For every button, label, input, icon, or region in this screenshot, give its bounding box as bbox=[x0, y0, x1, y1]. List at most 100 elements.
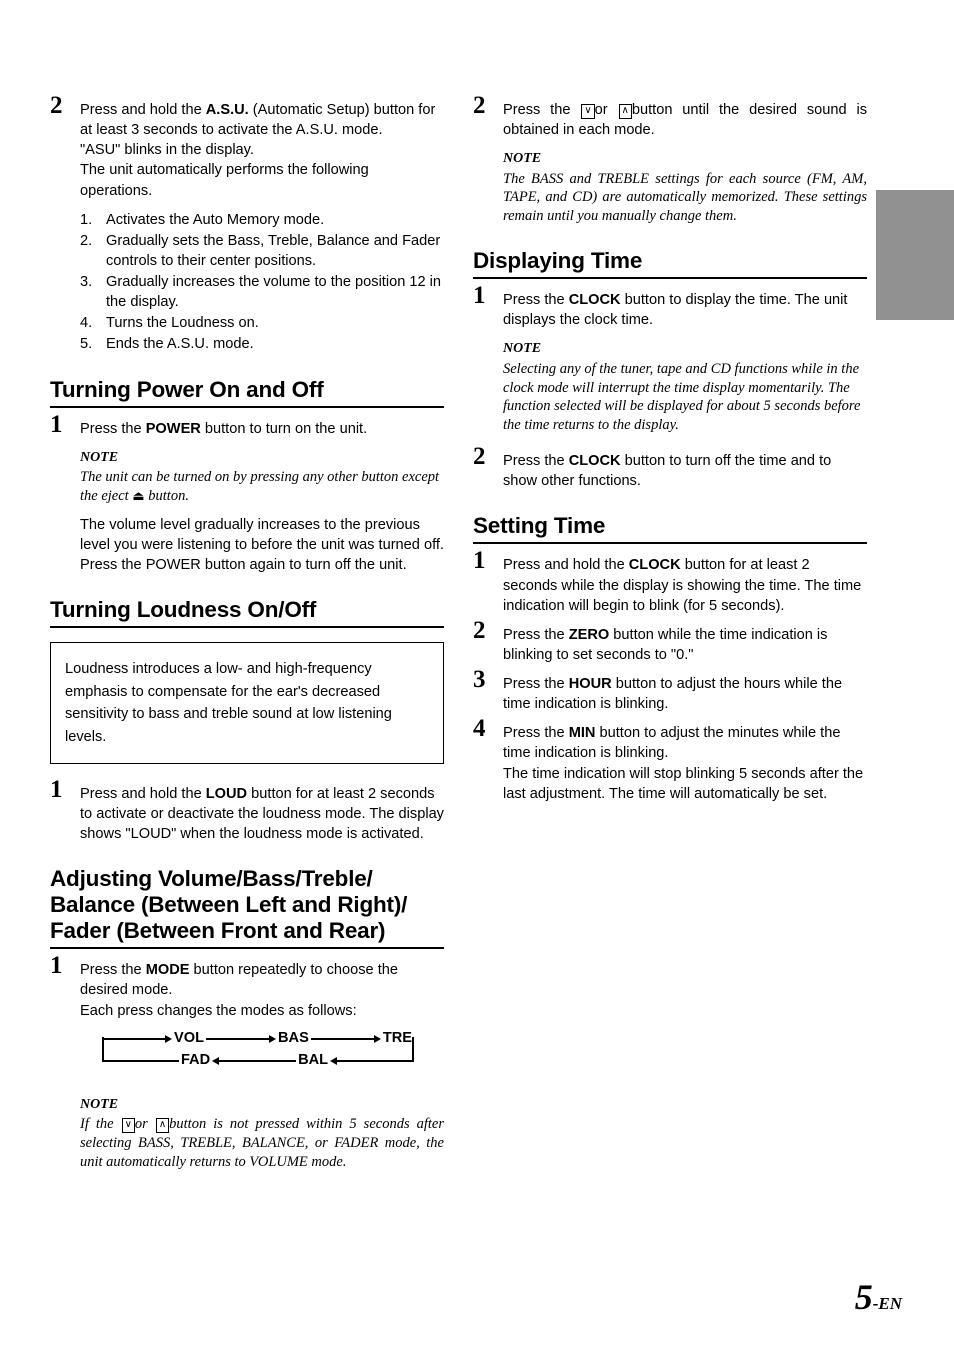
step-number: 1 bbox=[50, 410, 63, 438]
list-item: 4. Turns the Loudness on. bbox=[80, 313, 444, 333]
mode-label-tre: TRE bbox=[382, 1029, 412, 1046]
step-line: Press the ZERO button while the time ind… bbox=[503, 625, 867, 665]
step-text: Press the HOUR button to adjust the hour… bbox=[503, 674, 867, 714]
step-line: Press the MODE button repeatedly to choo… bbox=[80, 960, 444, 1000]
text-fragment: Press the bbox=[503, 102, 581, 118]
text-fragment: Press the bbox=[503, 453, 569, 470]
text-fragment: button. bbox=[144, 487, 189, 504]
note-body: The unit can be turned on by pressing an… bbox=[80, 468, 444, 506]
step-line: Press the ∨ or ∧ button until the desired … bbox=[503, 100, 867, 140]
heading-setting-time: Setting Time bbox=[473, 513, 867, 545]
text-fragment: Press the bbox=[503, 676, 569, 693]
button-name-asu: A.S.U. bbox=[205, 102, 249, 118]
button-name-loud: LOUD bbox=[205, 785, 248, 802]
button-name-mode: MODE bbox=[145, 962, 190, 979]
step-text: Press and hold the A.S.U. (Automatic Set… bbox=[80, 100, 444, 355]
text-fragment: Press and hold the bbox=[80, 785, 206, 802]
note-title: NOTE bbox=[503, 341, 542, 357]
list-item-number: 4. bbox=[80, 315, 93, 332]
step-line: Press the CLOCK button to display the ti… bbox=[503, 290, 867, 330]
step-zero: 2 Press the ZERO button while the time i… bbox=[473, 618, 867, 665]
arrow-right-icon bbox=[165, 1034, 172, 1043]
button-name-clock: CLOCK bbox=[568, 292, 621, 309]
step-line: Press and hold the A.S.U. (Automatic Set… bbox=[80, 102, 436, 139]
step-text: Press the ZERO button while the time ind… bbox=[503, 625, 867, 665]
step-line: Press the POWER button to turn on the un… bbox=[80, 419, 444, 439]
mode-label-bas: BAS bbox=[278, 1029, 309, 1046]
eject-icon: ⏏ bbox=[132, 488, 145, 504]
step-text: Press the MIN button to adjust the minut… bbox=[503, 723, 867, 804]
text-fragment: Press the bbox=[503, 626, 569, 643]
text-fragment: or bbox=[134, 1116, 155, 1133]
step-line: Press the HOUR button to adjust the hour… bbox=[503, 674, 867, 714]
list-item: 3. Gradually increases the volume to the … bbox=[80, 272, 444, 312]
mode-label-fad: FAD bbox=[180, 1051, 211, 1068]
step-asu: 2 Press and hold the A.S.U. (Automatic S… bbox=[50, 93, 444, 355]
arrow-right-icon bbox=[373, 1034, 381, 1043]
list-item-label: Turns the Loudness on. bbox=[106, 315, 259, 332]
heading-displaying-time: Displaying Time bbox=[473, 248, 867, 280]
list-item-label: Activates the Auto Memory mode. bbox=[106, 211, 325, 228]
chevron-up-button-icon: ∧ bbox=[618, 104, 632, 119]
step-number: 2 bbox=[50, 92, 63, 119]
diagram-line bbox=[219, 1059, 297, 1062]
list-item: 1. Activates the Auto Memory mode. bbox=[80, 210, 444, 230]
step-line: "ASU" blinks in the display. bbox=[80, 142, 254, 159]
diagram-line bbox=[310, 1037, 374, 1040]
loudness-description-box: Loudness introduces a low- and high-freq… bbox=[50, 642, 444, 764]
step-number: 1 bbox=[50, 775, 63, 803]
chevron-down-button-icon: ∨ bbox=[121, 1118, 135, 1134]
step-line: Press the CLOCK button to turn off the t… bbox=[503, 451, 867, 491]
step-line: Press and hold the LOUD button for at le… bbox=[80, 784, 444, 844]
button-name-clock: CLOCK bbox=[628, 557, 681, 574]
step-text: Press the ∨ or ∧ button until the desired … bbox=[503, 100, 867, 226]
step-number: 2 bbox=[473, 92, 486, 119]
list-item-label: Ends the A.S.U. mode. bbox=[106, 336, 254, 353]
list-item: 2. Gradually sets the Bass, Treble, Balan… bbox=[80, 231, 444, 271]
diagram-top-row: VOL BAS TRE bbox=[102, 1027, 414, 1049]
arrow-left-icon bbox=[330, 1056, 338, 1065]
step-number: 3 bbox=[473, 666, 486, 694]
note-title: NOTE bbox=[503, 151, 542, 167]
step-number: 4 bbox=[473, 715, 486, 743]
list-item-number: 2. bbox=[80, 232, 93, 249]
diagram-line bbox=[337, 1059, 414, 1062]
step-text: Press the POWER button to turn on the un… bbox=[80, 419, 444, 576]
right-column: 2 Press the ∨ or ∧ button until the desire… bbox=[473, 93, 867, 813]
step-line: The unit automatically performs the foll… bbox=[80, 162, 369, 199]
page-number-suffix: -EN bbox=[872, 1294, 902, 1313]
step-min: 4 Press the MIN button to adjust the min… bbox=[473, 716, 867, 804]
heading-adjusting-volume: Adjusting Volume/Bass/Treble/ Balance (B… bbox=[50, 866, 444, 950]
step-mode: 1 Press the MODE button repeatedly to ch… bbox=[50, 953, 444, 1171]
step-text: Press the CLOCK button to turn off the t… bbox=[503, 451, 867, 491]
list-item: 5. Ends the A.S.U. mode. bbox=[80, 334, 444, 354]
left-column: 2 Press and hold the A.S.U. (Automatic S… bbox=[50, 93, 444, 1181]
step-text: Press and hold the CLOCK button for at l… bbox=[503, 555, 867, 615]
asu-operations-list: 1. Activates the Auto Memory mode. 2. Grad… bbox=[80, 210, 444, 355]
page-number: 5-EN bbox=[855, 1276, 902, 1318]
step-line-rest: (Automatic Setup) button for at least 3 … bbox=[80, 102, 436, 139]
text-fragment: Press the bbox=[503, 725, 569, 742]
step-paragraph: The volume level gradually increases to … bbox=[80, 516, 444, 574]
step-number: 1 bbox=[50, 952, 63, 980]
step-clock-off: 2 Press the CLOCK button to turn off the… bbox=[473, 444, 867, 491]
mode-label-bal: BAL bbox=[298, 1051, 329, 1068]
step-text: Press and hold the LOUD button for at le… bbox=[80, 784, 444, 844]
step-power: 1 Press the POWER button to turn on the … bbox=[50, 412, 444, 576]
text-fragment: Press and hold the bbox=[503, 557, 629, 574]
text-fragment: button to turn on the unit. bbox=[200, 420, 368, 437]
list-item-label: Gradually increases the volume to the po… bbox=[106, 274, 442, 311]
step-number: 1 bbox=[473, 282, 486, 310]
button-name-min: MIN bbox=[568, 725, 596, 742]
text-fragment: Press the bbox=[503, 292, 569, 309]
button-name-power: POWER bbox=[145, 420, 201, 437]
note-body: Selecting any of the tuner, tape and CD … bbox=[503, 360, 861, 434]
text-fragment: Press the bbox=[80, 420, 146, 437]
step-loud: 1 Press and hold the LOUD button for at … bbox=[50, 777, 444, 844]
page-number-value: 5 bbox=[854, 1277, 873, 1317]
mode-label-vol: VOL bbox=[174, 1029, 204, 1046]
arrow-right-icon bbox=[269, 1034, 276, 1043]
step-number: 2 bbox=[473, 443, 486, 471]
diagram-line bbox=[206, 1037, 269, 1040]
section-thumb-tab bbox=[876, 190, 954, 320]
